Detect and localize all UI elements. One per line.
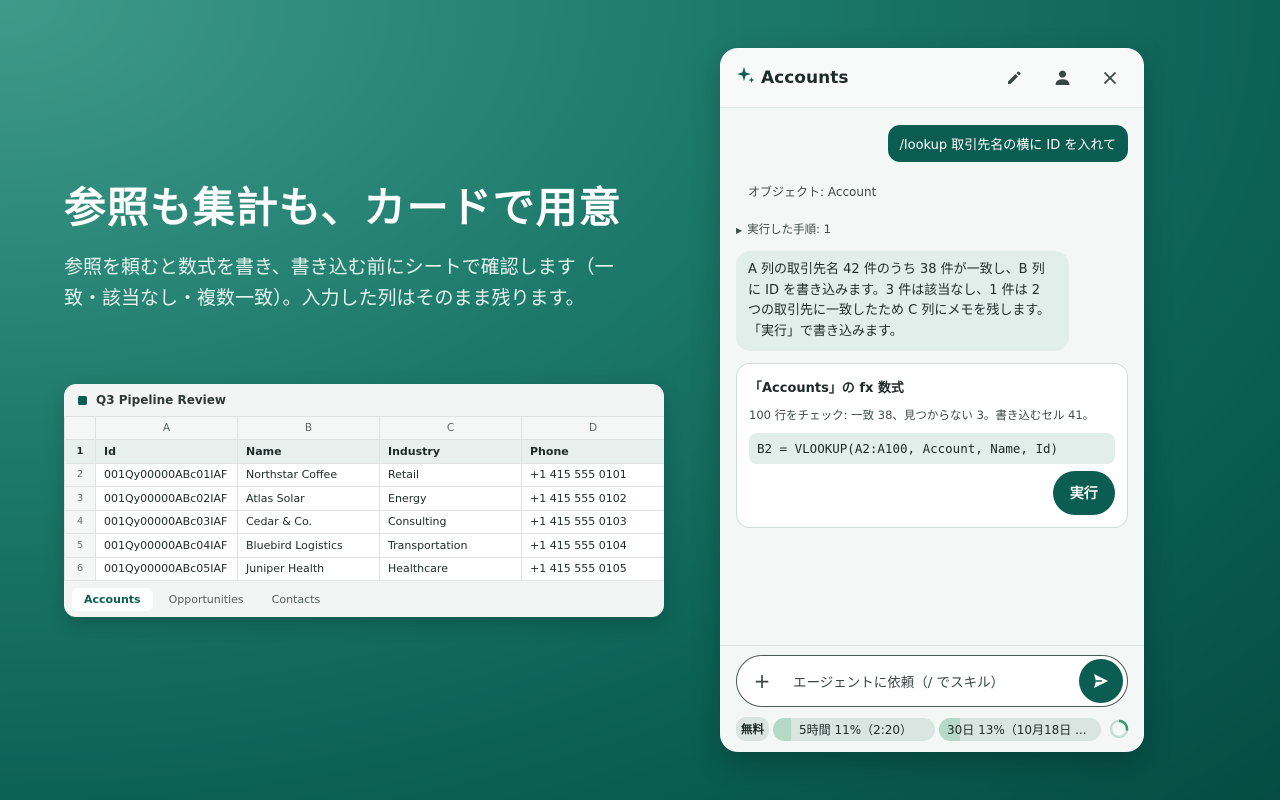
card-title: 「Accounts」の fx 数式 [749, 381, 904, 396]
formula-preview: B2 = VLOOKUP(A2:A100, Account, Name, Id) [749, 433, 1115, 464]
close-icon[interactable] [1092, 60, 1128, 96]
card-description: 100 行をチェック: 一致 38、見つからない 3。書き込むセル 41。 [749, 408, 1095, 422]
plan-badge: 無料 [736, 717, 769, 741]
pencil-icon[interactable] [996, 60, 1032, 96]
plus-icon[interactable]: + [737, 669, 787, 693]
tab-opportunities[interactable]: Opportunities [157, 588, 256, 611]
chat-panel: Accounts /lookup 取引先名の横に ID を入れて オブジェクト:… [720, 48, 1144, 752]
cell[interactable]: Retail [379, 462, 522, 487]
cell[interactable]: +1 415 555 0104 [521, 533, 664, 558]
chat-input-box[interactable]: + エージェントに依頼（/ でスキル） [736, 655, 1128, 707]
column-header-c[interactable]: C [379, 416, 522, 440]
cell[interactable]: Bluebird Logistics [237, 533, 380, 558]
cell[interactable]: +1 415 555 0101 [521, 462, 664, 487]
sheet-header: Q3 Pipeline Review [64, 384, 664, 416]
object-meta: オブジェクト: Account [748, 185, 877, 199]
cell[interactable]: Northstar Coffee [237, 462, 380, 487]
cell[interactable]: +1 415 555 0102 [521, 486, 664, 511]
hero-title: 参照も集計も、カードで用意 [64, 183, 622, 232]
cell[interactable]: 001Qy00000ABc04IAF [95, 533, 238, 558]
cell[interactable]: +1 415 555 0103 [521, 509, 664, 534]
column-header-d[interactable]: D [521, 416, 664, 440]
header-cell[interactable]: Name [237, 439, 380, 464]
panel-title: Accounts [761, 67, 849, 88]
usage-bar: 無料 5時間 11%（2:20） 30日 13%（10月18日 ... [736, 717, 1130, 741]
usage-thirty-day: 30日 13%（10月18日 ... [939, 717, 1101, 741]
usage-five-hour-fill [773, 717, 791, 741]
sparkle-icon [736, 65, 756, 90]
header-cell[interactable]: Industry [379, 439, 522, 464]
user-message: /lookup 取引先名の横に ID を入れて [887, 125, 1128, 162]
user-icon[interactable] [1044, 60, 1080, 96]
cell[interactable]: 001Qy00000ABc01IAF [95, 462, 238, 487]
hero-section: 参照も集計も、カードで用意 参照を頼むと数式を書き、書き込む前にシートで確認しま… [64, 178, 664, 314]
cell[interactable]: Cedar & Co. [237, 509, 380, 534]
cell[interactable]: Atlas Solar [237, 486, 380, 511]
tab-contacts[interactable]: Contacts [260, 588, 333, 611]
column-header-a[interactable]: A [95, 416, 238, 440]
row-number[interactable]: 3 [64, 486, 96, 511]
cell[interactable]: 001Qy00000ABc03IAF [95, 509, 238, 534]
row-number[interactable]: 4 [64, 509, 96, 534]
usage-thirty-day-label: 30日 13%（10月18日 ... [947, 722, 1087, 737]
row-number[interactable]: 5 [64, 533, 96, 558]
hero-subtitle: 参照を頼むと数式を書き、書き込む前にシートで確認します（一致・該当なし・複数一致… [64, 256, 614, 309]
panel-footer: + エージェントに依頼（/ でスキル） 無料 5時間 11%（2:20） 30日… [720, 645, 1144, 752]
table-row: 5 001Qy00000ABc04IAF Bluebird Logistics … [64, 533, 664, 558]
row-number[interactable]: 2 [64, 462, 96, 487]
panel-header: Accounts [720, 48, 1144, 108]
header-cell[interactable]: Phone [521, 439, 664, 464]
table-header-row: 1 Id Name Industry Phone [64, 439, 664, 464]
expand-triangle-icon: ▶ [736, 226, 743, 235]
usage-five-hour-label: 5時間 11%（2:20） [799, 722, 913, 737]
chat-input[interactable]: エージェントに依頼（/ でスキル） [787, 671, 1079, 691]
cell[interactable]: Juniper Health [237, 556, 380, 581]
progress-ring-icon [1109, 719, 1129, 739]
run-button[interactable]: 実行 [1053, 471, 1115, 515]
table-row: 3 001Qy00000ABc02IAF Atlas Solar Energy … [64, 486, 664, 511]
cell[interactable]: 001Qy00000ABc05IAF [95, 556, 238, 581]
steps-toggle[interactable]: ▶ 実行した手順: 1 [736, 221, 831, 237]
cell[interactable]: 001Qy00000ABc02IAF [95, 486, 238, 511]
column-header-row: A B C D [64, 416, 664, 440]
header-cell[interactable]: Id [95, 439, 238, 464]
send-icon [1094, 674, 1108, 688]
table-row: 4 001Qy00000ABc03IAF Cedar & Co. Consult… [64, 509, 664, 534]
send-button[interactable] [1079, 659, 1123, 703]
corner-cell[interactable] [64, 416, 96, 440]
table-row: 2 001Qy00000ABc01IAF Northstar Coffee Re… [64, 462, 664, 487]
assistant-message: A 列の取引先名 42 件のうち 38 件が一致し、B 列に ID を書き込みま… [736, 251, 1069, 351]
cell[interactable]: Consulting [379, 509, 522, 534]
sheet-title: Q3 Pipeline Review [96, 393, 226, 407]
cell[interactable]: Transportation [379, 533, 522, 558]
cell[interactable]: Energy [379, 486, 522, 511]
sheet-grid: A B C D 1 Id Name Industry Phone 2 001Qy… [64, 416, 664, 581]
column-header-b[interactable]: B [237, 416, 380, 440]
spreadsheet-preview: Q3 Pipeline Review A B C D 1 Id Name Ind… [64, 384, 664, 617]
cell[interactable]: Healthcare [379, 556, 522, 581]
sheet-tabs: Accounts Opportunities Contacts [64, 581, 664, 617]
usage-five-hour: 5時間 11%（2:20） [773, 717, 935, 741]
cell[interactable]: +1 415 555 0105 [521, 556, 664, 581]
row-number[interactable]: 1 [64, 439, 96, 464]
sheet-icon [78, 395, 87, 405]
row-number[interactable]: 6 [64, 556, 96, 581]
table-row: 6 001Qy00000ABc05IAF Juniper Health Heal… [64, 556, 664, 581]
tab-accounts[interactable]: Accounts [72, 587, 153, 611]
formula-card: 「Accounts」の fx 数式 100 行をチェック: 一致 38、見つから… [736, 363, 1128, 528]
steps-label: 実行した手順: 1 [747, 222, 832, 236]
